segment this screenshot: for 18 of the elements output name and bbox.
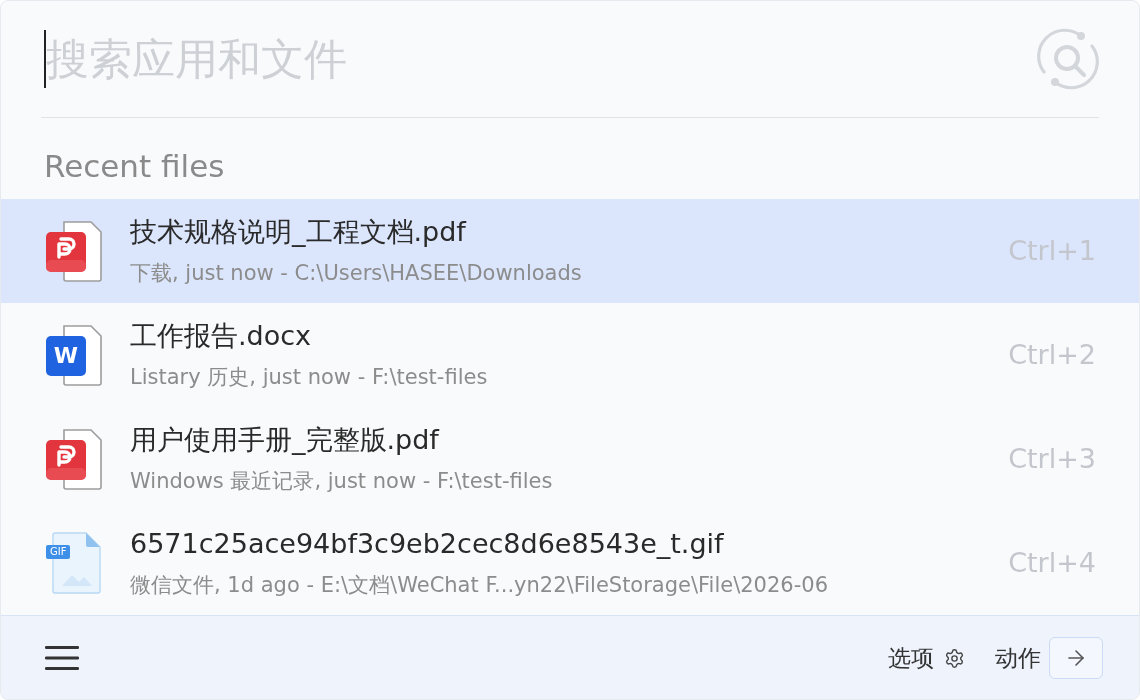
pdf-file-icon: [45, 220, 103, 282]
search-icon: [1037, 28, 1099, 90]
section-title: Recent files: [44, 148, 225, 184]
settings-icon: [944, 647, 965, 669]
action-label: 动作: [995, 644, 1041, 672]
file-name: 工作报告.docx: [130, 319, 312, 353]
file-location: 下载, just now - C:\Users\HASEE\Downloads: [130, 260, 582, 287]
file-location: Listary 历史, just now - F:\test-files: [130, 364, 488, 391]
pdf-file-icon: [45, 428, 103, 490]
file-name: 技术规格说明_工程文档.pdf: [130, 215, 466, 249]
menu-icon: [45, 646, 79, 670]
file-name: 6571c25ace94bf3c9eb2cec8d6e8543e_t.gif: [130, 527, 724, 561]
next-action-button[interactable]: [1049, 637, 1103, 679]
file-location: Windows 最近记录, just now - F:\test-files: [130, 468, 553, 495]
file-location: 微信文件, 1d ago - E:\文档\WeChat F...yn22\FileStorage\File\2026-06: [130, 572, 828, 599]
menu-button[interactable]: [45, 646, 79, 670]
file-name: 用户使用手册_完整版.pdf: [130, 423, 439, 457]
options-button[interactable]: 选项: [888, 644, 965, 672]
